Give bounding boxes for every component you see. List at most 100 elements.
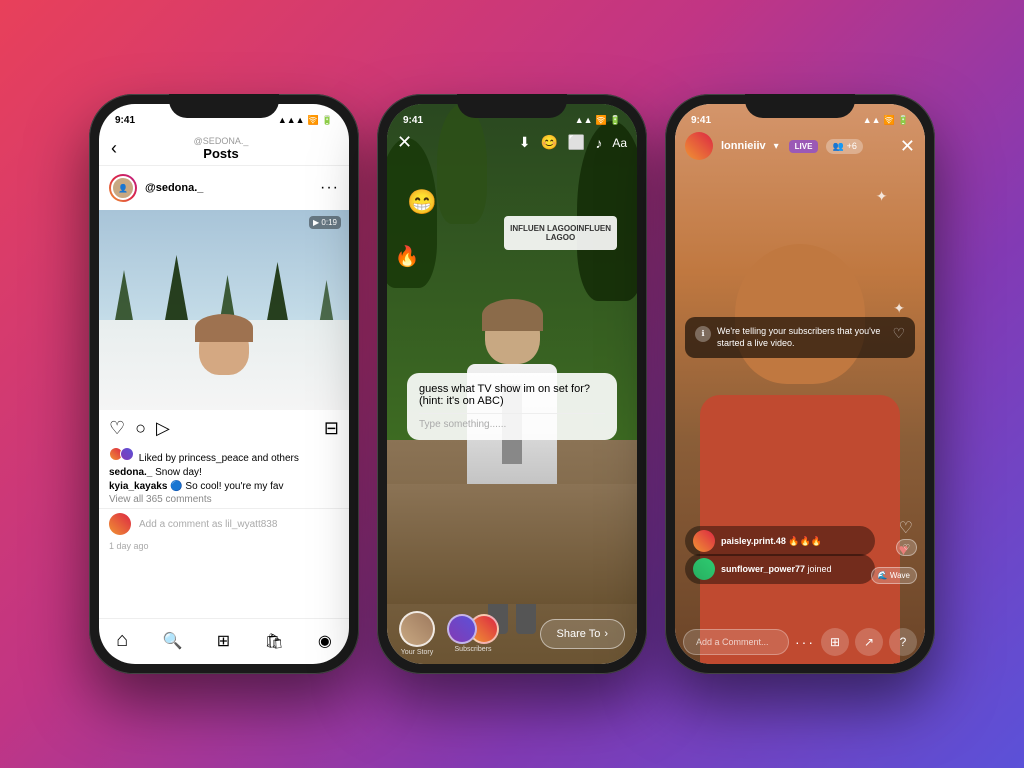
live-username[interactable]: lonnieiiv [721, 140, 766, 152]
commenter-username: kyia_kayaks [109, 481, 167, 492]
story-caption-box: guess what TV show im on set for? (hint:… [407, 373, 617, 440]
your-story-avatar [399, 611, 435, 647]
feed-title: @SEDONA._ Posts [125, 136, 317, 161]
add-user-icon: ⊞ [830, 635, 840, 649]
story-sign: INFLUEN LAGOOINFLUENLAGOO [504, 216, 617, 250]
live-comment-2: sunflower_power77 joined [685, 554, 875, 584]
time-3: 9:41 [691, 115, 711, 126]
post-user-row: 👤 @sedona._ ··· [99, 166, 349, 210]
view-all-comments[interactable]: View all 365 comments [99, 494, 349, 508]
wave-button-1[interactable]: ♡ [896, 539, 917, 556]
caption-username: sedona._ [109, 467, 152, 478]
status-bar-2: 9:41 ▲▲ 🛜 🔋 [387, 104, 637, 132]
comment-avatar-2 [693, 558, 715, 580]
notification-heart-icon[interactable]: ♡ [892, 325, 905, 342]
status-icons-3: ▲▲ 🛜 🔋 [863, 115, 909, 126]
nav-new-post[interactable]: ⊞ [217, 631, 230, 651]
add-comment-button[interactable]: Add a Comment... [683, 629, 789, 655]
back-button[interactable]: ‹ [111, 138, 117, 159]
feed-header: ‹ @SEDONA._ Posts [99, 132, 349, 166]
text-icon[interactable]: Aa [612, 136, 627, 150]
notch-1 [169, 94, 279, 118]
wifi-2: 🛜 [596, 115, 607, 126]
bookmark-button[interactable]: ⊟ [324, 418, 339, 439]
live-help-button[interactable]: ? [889, 628, 917, 656]
post-more-button[interactable]: ··· [320, 179, 339, 197]
info-icon: ℹ [695, 326, 711, 342]
live-add-user-button[interactable]: ⊞ [821, 628, 849, 656]
emoji-overlay-2: 🔥 [395, 244, 420, 269]
emoji-icon[interactable]: 😊 [540, 134, 557, 151]
post-caption: sedona._ Snow day! [99, 467, 349, 481]
share-button[interactable]: ▷ [156, 418, 170, 439]
signal-2: ▲▲ [575, 115, 593, 125]
comment-button[interactable]: ○ [135, 418, 146, 439]
share-to-label: Share To [557, 628, 601, 640]
status-icons-1: ▲▲▲ 🛜 🔋 [278, 115, 333, 126]
more-options-button[interactable]: ··· [795, 634, 815, 650]
nav-shop[interactable]: 🛍 [265, 632, 284, 650]
live-badge: LIVE [789, 140, 819, 153]
post-time: 1 day ago [99, 539, 349, 557]
story-icons: ⬇ 😊 ⬜ ♪ Aa [519, 134, 627, 151]
posts-label: Posts [125, 146, 317, 161]
live-notification-text: We're telling your subscribers that you'… [717, 325, 886, 350]
heart-1: ♡ [899, 518, 913, 538]
nav-profile[interactable]: ◉ [318, 631, 332, 651]
user-avatar [109, 513, 131, 535]
download-icon[interactable]: ⬇ [519, 134, 531, 151]
add-comment-input[interactable]: Add a comment as lil_wyatt838 [139, 519, 339, 530]
like-avatar-2 [120, 447, 134, 461]
live-viewers: 👥 +6 [826, 139, 862, 154]
sticker-icon[interactable]: ⬜ [568, 134, 585, 151]
comment-content-2: joined [808, 564, 832, 574]
story-close-button[interactable]: ✕ [397, 132, 412, 153]
avatar-inner: 👤 [111, 176, 135, 200]
like-button[interactable]: ♡ [109, 418, 125, 439]
feed-nav: ⌂ 🔍 ⊞ 🛍 ◉ [99, 618, 349, 664]
heart-icon-sm: ♡ [903, 543, 910, 552]
live-close-button[interactable]: ✕ [900, 136, 915, 157]
share-arrow-icon: › [604, 628, 608, 640]
battery-icon: 🔋 [322, 115, 333, 126]
your-story-label: Your Story [401, 649, 433, 656]
wave-button-2[interactable]: 🌊 Wave [871, 567, 917, 584]
nav-home[interactable]: ⌂ [116, 629, 128, 652]
status-icons-2: ▲▲ 🛜 🔋 [575, 115, 621, 126]
share-to-button[interactable]: Share To › [540, 619, 626, 649]
battery-2: 🔋 [610, 115, 621, 126]
video-indicator: ▶ 0:19 [309, 216, 341, 229]
music-icon[interactable]: ♪ [595, 135, 602, 151]
add-comment-row: Add a comment as lil_wyatt838 [99, 508, 349, 539]
emoji-overlay-1: 😁 [407, 188, 437, 217]
story-caption-text: guess what TV show im on set for? (hint:… [419, 383, 605, 407]
phone-1: 9:41 ▲▲▲ 🛜 🔋 ‹ @SEDONA._ Posts 👤 @sedona… [89, 94, 359, 674]
story-bottom-bar: Your Story Subscribers Share To › [387, 611, 637, 656]
signal-3: ▲▲ [863, 115, 881, 125]
story-caption-input[interactable]: Type something...... [419, 413, 605, 430]
screen-2: INFLUEN LAGOOINFLUENLAGOO 😁 🔥 9:41 ▲▲ 🛜 … [387, 104, 637, 664]
phone-2: INFLUEN LAGOOINFLUENLAGOO 😁 🔥 9:41 ▲▲ 🛜 … [377, 94, 647, 674]
your-story-button[interactable]: Your Story [399, 611, 435, 656]
post-comment: kyia_kayaks 🔵 So cool! you're my fav [99, 481, 349, 494]
post-avatar[interactable]: 👤 [109, 174, 137, 202]
viewer-icon: 👥 [832, 141, 843, 152]
nav-search[interactable]: 🔍 [163, 631, 183, 651]
profile-username: @SEDONA._ [125, 136, 317, 146]
phone-3: ✦ ✦ 9:41 ▲▲ 🛜 🔋 lonnieiiv ▾ LIVE 👥 +6 ✕ [665, 94, 935, 674]
live-user-avatar[interactable] [685, 132, 713, 160]
comment-text-2: sunflower_power77 joined [721, 564, 832, 574]
share-icon: ↗ [864, 635, 874, 649]
comment-text-1: paisley.print.48 🔥🔥🔥 [721, 536, 822, 547]
post-likes: Liked by princess_peace and others [99, 447, 349, 467]
signal-icon: ▲▲▲ [278, 115, 305, 125]
screen-1: 9:41 ▲▲▲ 🛜 🔋 ‹ @SEDONA._ Posts 👤 @sedona… [99, 104, 349, 664]
comment-content-1: 🔥🔥🔥 [788, 536, 822, 546]
likes-avatars [109, 447, 131, 461]
commenter-1: paisley.print.48 [721, 536, 786, 546]
wifi-3: 🛜 [884, 115, 895, 126]
post-username[interactable]: @sedona._ [145, 182, 320, 194]
subscribers-button[interactable]: Subscribers [447, 614, 499, 653]
time-2: 9:41 [403, 115, 423, 126]
live-share-button[interactable]: ↗ [855, 628, 883, 656]
